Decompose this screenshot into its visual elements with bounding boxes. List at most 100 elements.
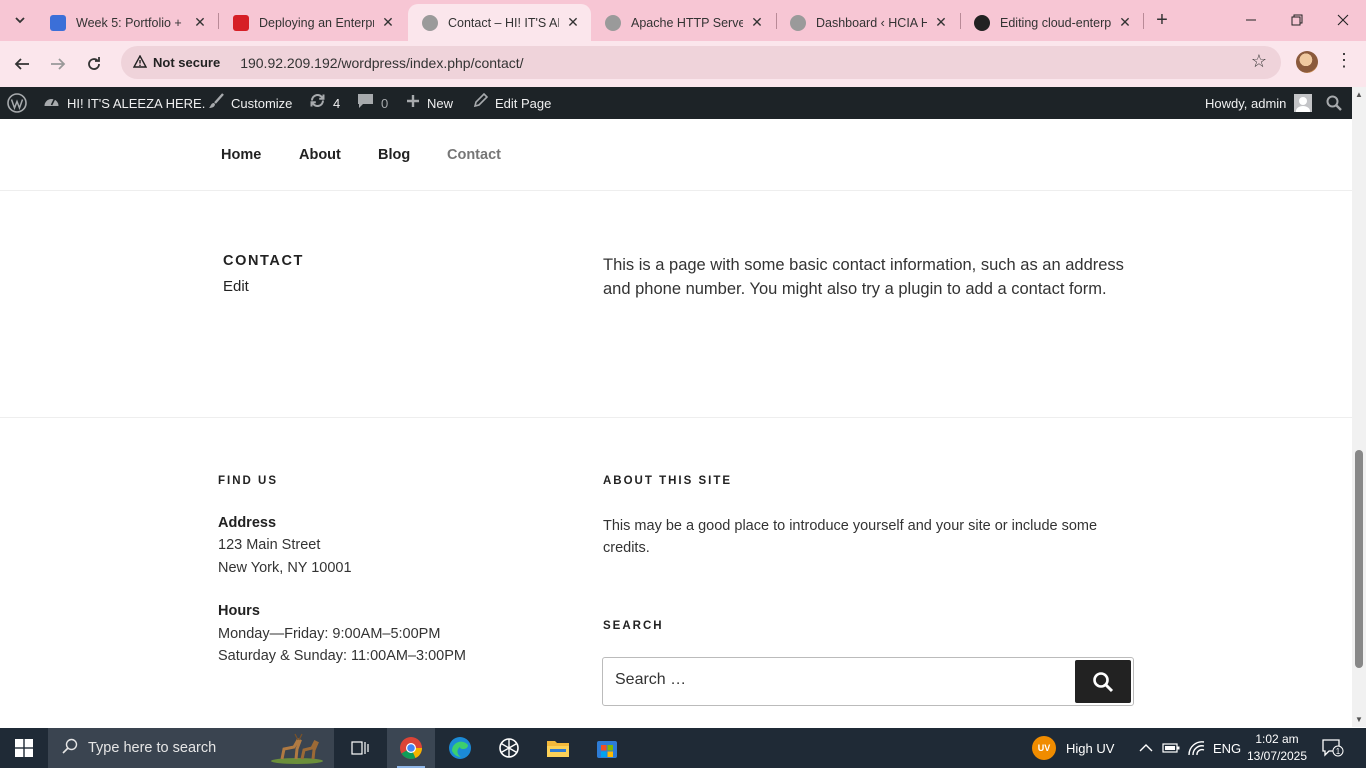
tab-editing-cloud-enterprise[interactable]: Editing cloud-enterp ✕: [960, 4, 1143, 41]
tab-title: Contact – HI! IT'S ALE: [448, 15, 559, 30]
windows-start-icon[interactable]: [0, 728, 48, 768]
close-window-icon[interactable]: [1320, 0, 1366, 40]
show-hidden-icons-chevron-icon[interactable]: [1139, 728, 1153, 768]
scrollbar-thumb[interactable]: [1355, 450, 1363, 668]
bookmark-star-icon[interactable]: ☆: [1251, 51, 1267, 72]
new-tab-plus-icon[interactable]: +: [1150, 8, 1174, 32]
file-explorer-taskbar-icon[interactable]: [534, 728, 582, 768]
tab-apache-http-server[interactable]: Apache HTTP Server ✕: [591, 4, 775, 41]
new-label: New: [427, 95, 454, 111]
admin-edit-page-link[interactable]: Edit Page: [473, 87, 551, 119]
microsoft-store-taskbar-icon[interactable]: [583, 728, 631, 768]
site-navigation: Home About Blog Contact: [0, 119, 1352, 191]
edit-page-label: Edit Page: [495, 95, 552, 111]
weather-text: High UV: [1066, 740, 1115, 756]
tab-title: Editing cloud-enterp: [1000, 15, 1111, 30]
globe-favicon-icon: [422, 14, 438, 31]
page-title: CONTACT: [223, 253, 305, 269]
scroll-down-arrow-icon[interactable]: ▼: [1355, 715, 1363, 724]
chatgpt-taskbar-icon[interactable]: [485, 728, 533, 768]
tab-close-icon[interactable]: ✕: [1117, 14, 1133, 31]
nav-blog-link[interactable]: Blog: [378, 147, 410, 163]
tab-close-icon[interactable]: ✕: [933, 14, 949, 31]
task-view-icon[interactable]: [336, 728, 384, 768]
search-input[interactable]: Search …: [615, 671, 686, 689]
tab-close-icon[interactable]: ✕: [749, 14, 765, 31]
nav-contact-link[interactable]: Contact: [447, 147, 501, 163]
warning-triangle-icon: [132, 54, 148, 71]
address-line1: 123 Main Street: [218, 537, 321, 553]
hours-heading: Hours: [218, 603, 260, 619]
tab-week5-portfolio[interactable]: Week 5: Portfolio + M ✕: [36, 4, 218, 41]
search-widget-title: SEARCH: [603, 620, 664, 632]
paintbrush-icon: [208, 92, 224, 114]
chrome-taskbar-icon[interactable]: [387, 728, 435, 768]
battery-icon[interactable]: [1162, 728, 1180, 768]
not-secure-chip[interactable]: Not secure: [125, 50, 230, 75]
tab-close-icon[interactable]: ✕: [565, 14, 581, 31]
tab-close-icon[interactable]: ✕: [380, 14, 396, 31]
hours-line1: Monday—Friday: 9:00AM–5:00PM: [218, 626, 441, 642]
tab-deploying-enterprise[interactable]: Deploying an Enterpr ✕: [219, 4, 406, 41]
hours-heading-text: Hours: [218, 603, 260, 619]
wordpress-logo-icon[interactable]: [7, 87, 27, 119]
address-bar[interactable]: Not secure 190.92.209.192/wordpress/inde…: [121, 46, 1281, 79]
browser-menu-kebab-icon[interactable]: ⋮: [1334, 50, 1354, 71]
admin-updates-link[interactable]: 4: [309, 87, 340, 119]
url-text[interactable]: 190.92.209.192/wordpress/index.php/conta…: [240, 55, 523, 71]
tab-title: Apache HTTP Server: [631, 15, 743, 30]
scroll-up-arrow-icon[interactable]: ▲: [1355, 90, 1363, 99]
reload-icon[interactable]: [79, 49, 109, 79]
updates-count: 4: [333, 95, 341, 111]
clock-time: 1:02 am: [1255, 732, 1299, 746]
language-indicator[interactable]: ENG: [1213, 728, 1241, 768]
notification-center-icon[interactable]: 1: [1322, 728, 1344, 768]
nav-about-link[interactable]: About: [299, 147, 341, 163]
admin-search-icon[interactable]: [1326, 87, 1342, 119]
tab-dashboard-hcia[interactable]: Dashboard ‹ HCIA HE ✕: [776, 4, 959, 41]
address-heading: Address: [218, 515, 276, 531]
deer-search-highlight-icon: [268, 732, 326, 764]
admin-comments-link[interactable]: 0: [357, 87, 388, 119]
page-scrollbar[interactable]: ▲ ▼: [1352, 87, 1366, 727]
admin-account-menu[interactable]: Howdy, admin: [1205, 87, 1313, 119]
admin-customize-link[interactable]: Customize: [208, 87, 292, 119]
weather-widget[interactable]: UV High UV: [1032, 728, 1114, 768]
about-widget-text: This may be a good place to introduce yo…: [603, 518, 1098, 556]
search-submit-button[interactable]: [1075, 660, 1131, 703]
howdy-label: Howdy, admin: [1205, 95, 1287, 111]
back-arrow-icon[interactable]: [7, 49, 37, 79]
address-line2: New York, NY 10001: [218, 560, 352, 576]
comment-bubble-icon: [357, 93, 374, 114]
profile-avatar-icon[interactable]: [1296, 51, 1318, 73]
search-icon: [1093, 671, 1114, 692]
address-heading-text: Address: [218, 515, 277, 531]
footer-divider: [0, 417, 1352, 418]
nav-home-link[interactable]: Home: [221, 147, 261, 163]
wifi-network-icon[interactable]: [1187, 728, 1205, 768]
huawei-favicon-icon: [233, 14, 249, 31]
windows-taskbar: Type here to search UV High UV ENG 1:02 …: [0, 728, 1366, 768]
tab-title: Dashboard ‹ HCIA HE: [816, 15, 927, 30]
tab-contact-active[interactable]: Contact – HI! IT'S ALE ✕: [408, 4, 591, 41]
browser-toolbar: Not secure 190.92.209.192/wordpress/inde…: [0, 41, 1366, 87]
forward-arrow-icon[interactable]: [43, 49, 73, 79]
taskbar-clock[interactable]: 1:02 am 13/07/2025: [1244, 731, 1310, 765]
classroom-favicon-icon: [50, 14, 66, 31]
tab-close-icon[interactable]: ✕: [192, 14, 208, 31]
about-widget-title: ABOUT THIS SITE: [603, 475, 733, 487]
find-us-widget-title: FIND US: [218, 475, 278, 487]
user-avatar-icon: [1294, 94, 1313, 112]
pencil-icon: [473, 92, 489, 113]
search-form: Search …: [602, 657, 1134, 706]
tab-search-dropdown-icon[interactable]: [8, 8, 32, 32]
dashboard-gauge-icon: [43, 94, 60, 113]
edge-taskbar-icon[interactable]: [436, 728, 484, 768]
restore-window-icon[interactable]: [1274, 0, 1320, 40]
customize-label: Customize: [231, 95, 293, 111]
admin-new-link[interactable]: New: [406, 87, 453, 119]
search-magnifier-icon: [62, 738, 78, 758]
minimize-window-icon[interactable]: [1228, 0, 1274, 40]
admin-site-name-link[interactable]: HI! IT'S ALEEZA HERE.: [43, 87, 205, 119]
edit-post-link[interactable]: Edit: [223, 278, 249, 295]
